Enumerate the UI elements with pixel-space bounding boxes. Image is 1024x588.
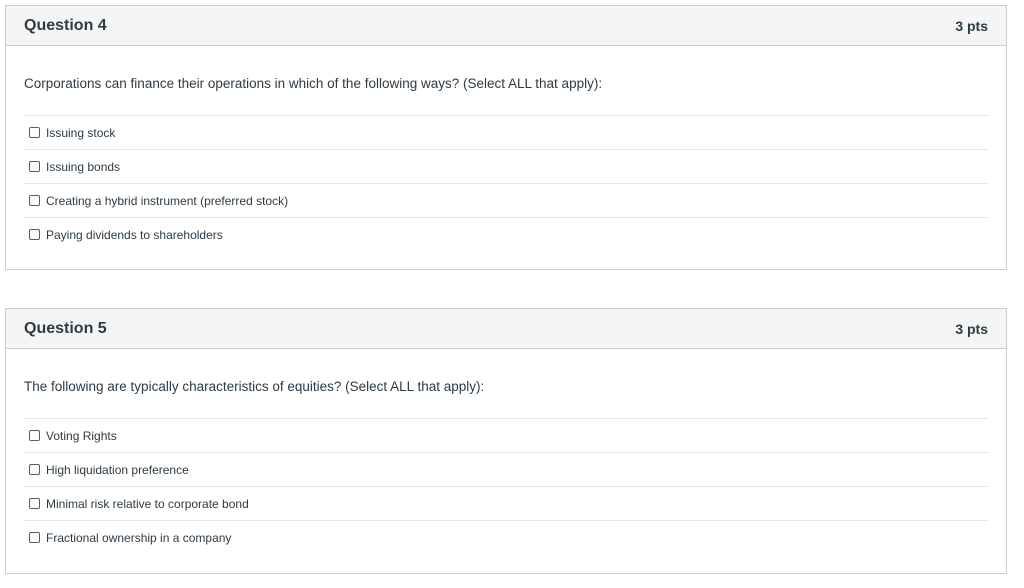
answer-list: Issuing stock Issuing bonds Creating a h…: [24, 115, 988, 251]
answer-option[interactable]: Voting Rights: [24, 419, 988, 453]
answer-label[interactable]: Paying dividends to shareholders: [46, 228, 223, 242]
answer-option[interactable]: Fractional ownership in a company: [24, 521, 988, 554]
answer-option[interactable]: Issuing bonds: [24, 150, 988, 184]
question-title: Question 5: [24, 319, 107, 337]
answer-option[interactable]: Minimal risk relative to corporate bond: [24, 487, 988, 521]
answer-list: Voting Rights High liquidation preferenc…: [24, 418, 988, 554]
answer-option[interactable]: Issuing stock: [24, 116, 988, 150]
answer-checkbox[interactable]: [29, 229, 40, 240]
answer-label[interactable]: Issuing bonds: [46, 160, 120, 174]
answer-checkbox[interactable]: [29, 464, 40, 475]
answer-checkbox[interactable]: [29, 127, 40, 138]
question-title: Question 4: [24, 16, 107, 34]
question-5-card: Question 5 3 pts The following are typic…: [5, 308, 1007, 574]
answer-option[interactable]: Creating a hybrid instrument (preferred …: [24, 184, 988, 218]
answer-checkbox[interactable]: [29, 195, 40, 206]
question-text: The following are typically characterist…: [24, 379, 485, 394]
question-body: Corporations can finance their operation…: [6, 46, 1006, 251]
answer-label[interactable]: Voting Rights: [46, 429, 117, 443]
answer-label[interactable]: High liquidation preference: [46, 463, 189, 477]
answer-label[interactable]: Issuing stock: [46, 126, 115, 140]
question-text: Corporations can finance their operation…: [24, 76, 603, 91]
question-body: The following are typically characterist…: [6, 349, 1006, 554]
question-header: Question 4 3 pts: [6, 6, 1006, 46]
question-header: Question 5 3 pts: [6, 309, 1006, 349]
question-points: 3 pts: [955, 17, 988, 34]
question-points: 3 pts: [955, 320, 988, 337]
answer-label[interactable]: Creating a hybrid instrument (preferred …: [46, 194, 288, 208]
answer-checkbox[interactable]: [29, 430, 40, 441]
question-4-card: Question 4 3 pts Corporations can financ…: [5, 5, 1007, 270]
answer-option[interactable]: Paying dividends to shareholders: [24, 218, 988, 251]
answer-label[interactable]: Fractional ownership in a company: [46, 531, 231, 545]
answer-option[interactable]: High liquidation preference: [24, 453, 988, 487]
answer-label[interactable]: Minimal risk relative to corporate bond: [46, 497, 249, 511]
answer-checkbox[interactable]: [29, 498, 40, 509]
answer-checkbox[interactable]: [29, 161, 40, 172]
answer-checkbox[interactable]: [29, 532, 40, 543]
